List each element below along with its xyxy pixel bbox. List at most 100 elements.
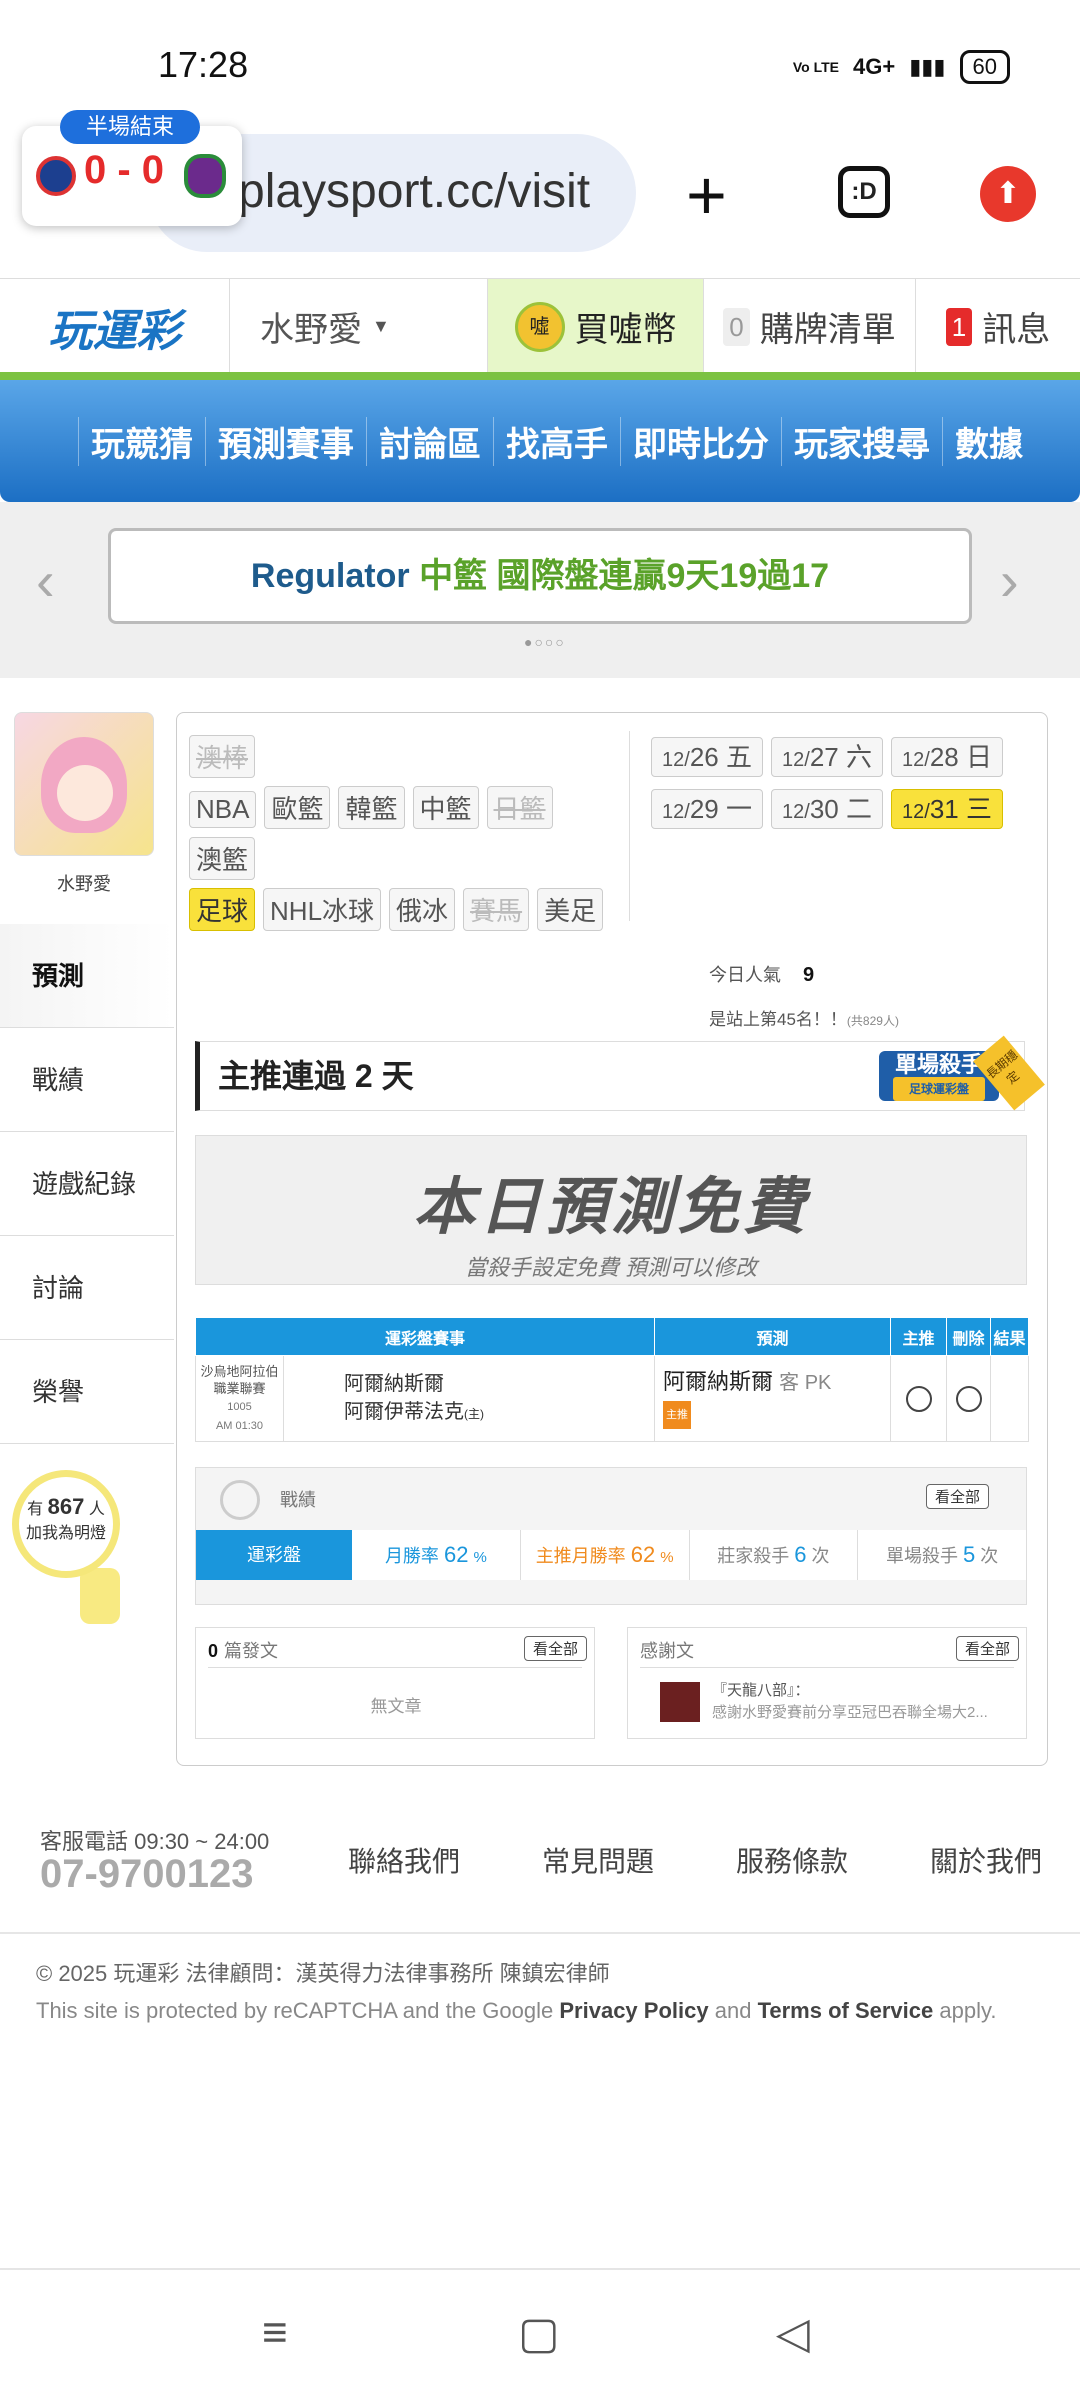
home-team-logo [36,156,76,196]
sport-american-football[interactable]: 美足 [537,888,604,931]
delete-radio[interactable] [955,1385,982,1412]
sport-horse-racing[interactable]: 賽馬 [463,888,530,931]
prediction-table: 運彩盤賽事 預測 主推 刪除 結果 沙烏地阿拉伯職業聯賽 1005 AM 01:… [195,1317,1029,1442]
avatar[interactable] [14,712,154,856]
nav-find-experts[interactable]: 找高手 [493,416,620,466]
buy-coin-button[interactable]: 噓 買噓幣 [488,279,704,374]
user-dropdown[interactable]: 水野愛 ▼ [230,279,488,374]
lightbulb-base-icon [80,1568,120,1624]
nav-player-search[interactable]: 玩家搜尋 [781,416,942,466]
sport-aus-basketball[interactable]: 澳籃 [189,837,256,880]
main-pick-radio[interactable] [905,1385,932,1412]
phone-number[interactable]: 07-9700123 [40,1852,254,1897]
date-month: 12/ [902,749,930,771]
privacy-link[interactable]: Privacy Policy [559,1998,708,2023]
date-button[interactable]: 12/27 六 [771,737,883,777]
sport-korea-basketball[interactable]: 韓籃 [338,786,405,829]
sport-nba[interactable]: NBA [189,791,257,828]
side-item-predict[interactable]: 預測 [0,924,174,1028]
date-day: 27 六 [809,742,872,772]
main-nav: 玩競猜 預測賽事 討論區 找高手 即時比分 玩家搜尋 數據 [0,380,1080,502]
popularity-label: 今日人氣 [709,965,781,985]
fans-label: 加我為明燈 [25,1525,106,1542]
sport-china-basketball[interactable]: 中籃 [412,786,479,829]
footer-about[interactable]: 關於我們 [930,1840,1042,1880]
and-text: and [714,1998,752,2023]
sport-euro-basketball[interactable]: 歐籃 [264,786,331,829]
menu-icon[interactable]: ≡ [262,2308,288,2358]
banker-killer: 莊家殺手 6 次 [690,1530,859,1580]
site-logo[interactable]: 玩運彩 [0,279,230,375]
side-item-honor[interactable]: 榮譽 [0,1340,174,1444]
date-button-selected[interactable]: 12/31 三 [891,789,1003,829]
nav-data[interactable]: 數據 [942,416,1035,466]
url-text[interactable]: playsport.cc/visit [238,164,618,219]
footer-terms[interactable]: 服務條款 [736,1840,848,1880]
sport-soccer[interactable]: 足球 [189,888,256,931]
cart-button[interactable]: 0 購牌清單 [704,279,916,374]
record-type[interactable]: 運彩盤 [196,1530,352,1580]
free-subtitle: 當殺手設定免費 預測可以修改 [464,1255,758,1280]
back-icon[interactable]: ◁ [776,2308,810,2359]
messages-button[interactable]: 1 訊息 [916,279,1080,374]
new-tab-button[interactable]: + [686,160,727,230]
volte-icon: Vo LTE [792,59,839,75]
nav-predict[interactable]: 預測賽事 [205,416,366,466]
delete-cell[interactable] [946,1355,991,1442]
date-button[interactable]: 12/26 五 [651,737,763,777]
popularity-value: 9 [803,964,815,986]
home-icon[interactable]: ▢ [518,2308,560,2359]
thanks-title: 『天龍八部』： [712,1682,810,1699]
chevron-right-icon[interactable]: › [1000,548,1019,613]
posts-view-all-button[interactable]: 看全部 [524,1636,588,1661]
signal-icon: 4G+ [852,54,896,79]
date-button[interactable]: 12/29 一 [651,789,763,829]
arrow-up-icon[interactable]: ⬆ [980,166,1036,222]
sport-filters: 澳棒 NBA 歐籃 韓籃 中籃 日籃 澳籃 足球 NHL冰球 俄冰 賽馬 美足 [185,731,615,935]
away-team: 阿爾納斯爾 [344,1372,444,1395]
nav-forum[interactable]: 討論區 [366,416,493,466]
record-section: 戰績 看全部 運彩盤 月勝率 62 % 主推月勝率 62 % 莊家殺手 6 次 … [195,1467,1027,1605]
follow-lightbulb[interactable]: 有 867 人 加我為明燈 [12,1470,120,1578]
side-item-discussion[interactable]: 討論 [0,1236,174,1340]
clock: 17:28 [158,44,249,85]
side-item-game-history[interactable]: 遊戲紀錄 [0,1132,174,1236]
away-team-logo [184,154,226,198]
header-divider [0,372,1080,380]
sport-russia-hockey[interactable]: 俄冰 [389,888,456,931]
recaptcha-notice: This site is protected by reCAPTCHA and … [36,1998,996,2024]
col-header-main: 主推 [890,1317,947,1356]
sport-aus-baseball[interactable]: 澳棒 [189,735,256,778]
messages-label: 訊息 [982,311,1051,349]
date-month: 12/ [662,749,690,771]
date-button[interactable]: 12/30 二 [771,789,883,829]
fans-unit: 人 [88,1501,105,1518]
main-pick-tag: 主推 [663,1401,691,1429]
col-header-pick: 預測 [654,1317,891,1356]
sport-nhl[interactable]: NHL冰球 [263,888,382,931]
side-item-record[interactable]: 戰績 [0,1028,174,1132]
message-count: 1 [945,307,973,346]
sport-japan-basketball[interactable]: 日籃 [486,786,553,829]
tabs-button[interactable]: :D [838,166,890,218]
win-rate-label: 月勝率 [384,1546,439,1566]
nav-play-guess[interactable]: 玩競猜 [78,416,205,466]
main-month-win-rate: 主推月勝率 62 % [521,1530,690,1580]
pct: % [473,1549,487,1566]
date-button[interactable]: 12/28 日 [891,737,1003,777]
thanks-item[interactable]: 『天龍八部』： 感謝水野愛賽前分享亞冠巴吞聯全場大2... [712,1680,1012,1724]
footer-faq[interactable]: 常見問題 [542,1840,654,1880]
promo-banner[interactable]: Regulator 中籃 國際盤連贏9天19過17 [108,528,972,624]
date-month: 12/ [782,749,810,771]
record-view-all-button[interactable]: 看全部 [926,1484,990,1509]
date-day: 30 二 [809,794,872,824]
times-unit: 次 [811,1546,830,1566]
nav-live-score[interactable]: 即時比分 [620,416,781,466]
footer-contact[interactable]: 聯絡我們 [348,1840,460,1880]
thanks-view-all-button[interactable]: 看全部 [956,1636,1020,1661]
main-pick-cell[interactable] [890,1355,947,1442]
chevron-left-icon[interactable]: ‹ [36,548,55,613]
terms-link[interactable]: Terms of Service [758,1998,934,2023]
posts-label: 篇發文 [224,1641,279,1661]
badge-title: 單場殺手 [894,1052,983,1077]
